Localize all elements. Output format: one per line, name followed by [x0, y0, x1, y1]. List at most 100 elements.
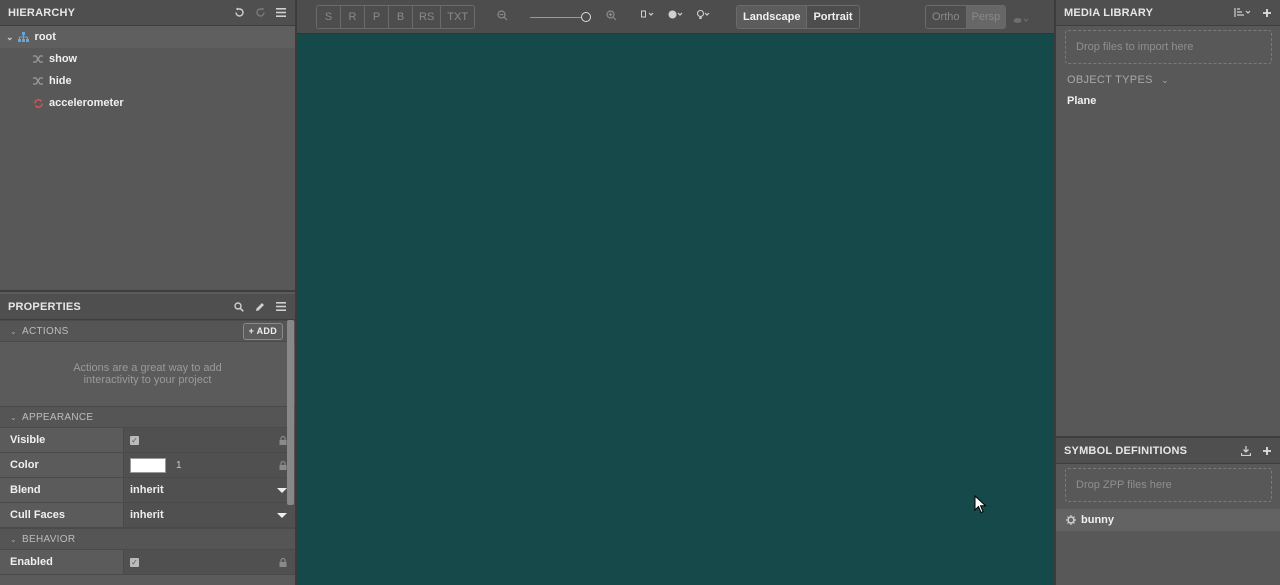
- properties-title: PROPERTIES: [8, 300, 81, 313]
- symbol-definitions-panel: SYMBOL DEFINITIONS Drop ZPP files here b…: [1056, 436, 1280, 585]
- prop-label: Blend: [0, 478, 124, 502]
- color-swatch[interactable]: [130, 457, 166, 473]
- eye-dropdown-icon[interactable]: [1013, 12, 1031, 30]
- menu-icon[interactable]: [275, 7, 287, 19]
- color-alpha[interactable]: 1: [176, 460, 182, 471]
- persp-button[interactable]: Persp: [966, 6, 1006, 28]
- media-drop-zone[interactable]: Drop files to import here: [1065, 30, 1272, 64]
- media-library-panel: MEDIA LIBRARY Drop files to import here …: [1056, 0, 1280, 436]
- add-icon[interactable]: [1261, 7, 1273, 19]
- view-dropdowns: [641, 9, 711, 23]
- blend-select[interactable]: inherit: [124, 478, 295, 502]
- enabled-checkbox[interactable]: ✓: [130, 557, 139, 567]
- section-label: APPEARANCE: [22, 411, 94, 423]
- tree-item-show[interactable]: show: [0, 48, 295, 70]
- tool-rs-button[interactable]: RS: [413, 6, 442, 28]
- behavior-section-header[interactable]: ⌄ BEHAVIOR: [0, 528, 295, 550]
- prop-label: Cull Faces: [0, 503, 124, 527]
- symbol-definitions-title: SYMBOL DEFINITIONS: [1064, 444, 1188, 457]
- symbol-item-label: bunny: [1081, 514, 1114, 526]
- object-type-item[interactable]: Plane: [1067, 95, 1280, 107]
- sync-icon: [32, 97, 44, 109]
- tool-b-button[interactable]: B: [389, 6, 413, 28]
- gear-icon: [1066, 515, 1076, 525]
- undo-icon[interactable]: [233, 7, 245, 19]
- add-icon[interactable]: [1261, 445, 1273, 457]
- hierarchy-icon: [18, 31, 30, 43]
- projection-toggle: Ortho Persp: [925, 5, 1007, 29]
- zoom-slider-knob[interactable]: [581, 11, 591, 22]
- symbol-item-bunny[interactable]: bunny: [1056, 509, 1280, 531]
- tool-txt-button[interactable]: TXT: [441, 6, 475, 28]
- tree-item-label: hide: [49, 75, 72, 87]
- section-label: BEHAVIOR: [22, 533, 76, 545]
- device-dropdown-icon[interactable]: [641, 10, 655, 23]
- appearance-section-header[interactable]: ⌄ APPEARANCE: [0, 406, 295, 428]
- menu-icon[interactable]: [275, 301, 287, 313]
- chevron-down-icon: ⌄: [10, 326, 18, 336]
- tree-item-hide[interactable]: hide: [0, 70, 295, 92]
- zoom-slider[interactable]: [530, 11, 591, 22]
- globe-dropdown-icon[interactable]: [668, 10, 684, 23]
- chevron-down-icon: ⌄: [10, 412, 18, 422]
- right-column: MEDIA LIBRARY Drop files to import here …: [1055, 0, 1280, 585]
- stage-viewport[interactable]: [297, 34, 1054, 585]
- object-types-toggle[interactable]: OBJECT TYPES ⌄: [1067, 74, 1280, 86]
- tree-item-label: root: [34, 31, 56, 43]
- symbols-drop-zone[interactable]: Drop ZPP files here: [1065, 468, 1272, 502]
- tool-scale-button[interactable]: S: [317, 6, 341, 28]
- section-label: ACTIONS: [22, 325, 69, 337]
- tree-item-label: accelerometer: [49, 97, 124, 109]
- tree-item-root[interactable]: ⌄ root: [0, 26, 295, 48]
- lock-icon[interactable]: [279, 557, 287, 567]
- actions-empty-message: Actions are a great way to add interacti…: [73, 362, 222, 386]
- shuffle-icon: [32, 75, 44, 87]
- chevron-down-icon: ⌄: [10, 534, 18, 544]
- search-icon[interactable]: [233, 301, 245, 313]
- light-dropdown-icon[interactable]: [696, 9, 711, 23]
- lock-icon[interactable]: [279, 460, 287, 470]
- visible-checkbox[interactable]: ✓: [130, 435, 139, 445]
- hierarchy-panel: HIERARCHY ⌄ root show hide accelerometer: [0, 0, 295, 292]
- prop-label: Color: [0, 453, 124, 477]
- pencil-icon[interactable]: [254, 301, 266, 313]
- prop-row-cull-faces: Cull Faces inherit: [0, 503, 295, 528]
- zoom-control: [497, 10, 617, 24]
- app-window: HIERARCHY ⌄ root show hide accelerometer…: [0, 0, 1280, 585]
- chevron-down-icon[interactable]: ⌄: [6, 32, 14, 43]
- download-icon[interactable]: [1240, 445, 1252, 457]
- ortho-button[interactable]: Ortho: [926, 6, 967, 28]
- zoom-in-icon[interactable]: [606, 10, 617, 24]
- tool-rotate-button[interactable]: R: [341, 6, 365, 28]
- stage-toolbar: S R P B RS TXT Landscape Portrait Ortho …: [297, 0, 1054, 34]
- select-value: inherit: [130, 484, 164, 496]
- portrait-button[interactable]: Portrait: [807, 6, 859, 28]
- sort-dropdown-icon[interactable]: [1234, 7, 1252, 19]
- add-action-button[interactable]: + ADD: [242, 322, 283, 340]
- landscape-button[interactable]: Landscape: [737, 6, 808, 28]
- media-library-header: MEDIA LIBRARY: [1056, 0, 1280, 26]
- zoom-out-icon[interactable]: [497, 10, 508, 24]
- lock-icon[interactable]: [279, 435, 287, 445]
- media-library-title: MEDIA LIBRARY: [1064, 6, 1154, 19]
- caret-down-icon: [277, 487, 287, 493]
- actions-section-header[interactable]: ⌄ ACTIONS + ADD: [0, 320, 295, 342]
- tree-item-label: show: [49, 53, 78, 65]
- prop-label: Visible: [0, 428, 124, 452]
- prop-row-visible: Visible ✓: [0, 428, 295, 453]
- properties-scrollbar[interactable]: [287, 320, 294, 505]
- caret-down-icon: [277, 512, 287, 518]
- chevron-down-icon: ⌄: [1161, 75, 1169, 85]
- prop-row-blend: Blend inherit: [0, 478, 295, 503]
- tree-item-accelerometer[interactable]: accelerometer: [0, 92, 295, 114]
- prop-label: Enabled: [0, 550, 124, 574]
- stage-area: S R P B RS TXT Landscape Portrait Ortho …: [297, 0, 1054, 585]
- redo-icon[interactable]: [254, 7, 266, 19]
- hierarchy-header: HIERARCHY: [0, 0, 295, 26]
- properties-panel: PROPERTIES ⌄ ACTIONS + ADD Actions are a…: [0, 294, 295, 585]
- cull-faces-select[interactable]: inherit: [124, 503, 295, 527]
- symbol-definitions-header: SYMBOL DEFINITIONS: [1056, 438, 1280, 464]
- tool-position-button[interactable]: P: [365, 6, 389, 28]
- shuffle-icon: [32, 53, 44, 65]
- mouse-cursor-icon: [974, 494, 987, 519]
